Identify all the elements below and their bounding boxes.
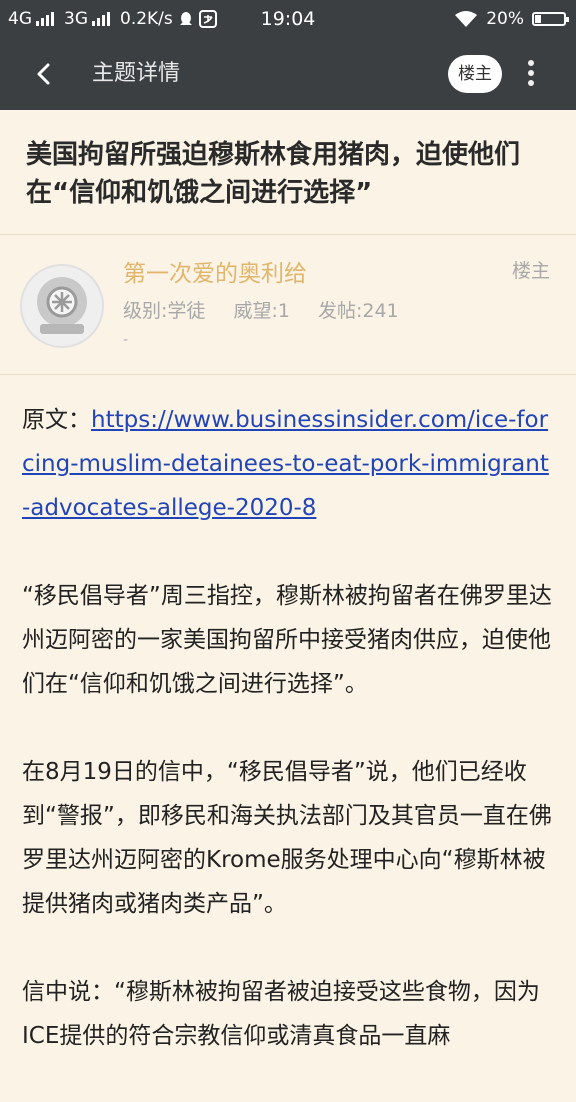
author-signature: - [123, 332, 129, 348]
status-right: 20% [454, 0, 569, 38]
battery-fill [535, 15, 541, 23]
author-stats: 级别:学徒 威望:1 发帖:241 [123, 296, 421, 323]
avatar[interactable] [20, 264, 104, 348]
page-title: 主题详情 [92, 61, 181, 86]
content-paragraph-3: 信中说：“穆斯林被拘留者被迫接受这些食物，因为ICE提供的符合宗教信仰或清真食品… [22, 979, 540, 1049]
author-info: 第一次爱的奥利给 楼主 级别:学徒 威望:1 发帖:241 - [0, 234, 576, 375]
topic-title: 美国拘留所强迫穆斯林食用猪肉，迫使他们在“信仰和饥饿之间进行选择” [26, 140, 521, 208]
content-paragraph-2: 在8月19日的信中，“移民倡导者”说，他们已经收到“警报”，即移民和海关执法部门… [22, 759, 552, 917]
author-prestige: 威望:1 [233, 300, 290, 322]
diving-helmet-icon [37, 277, 87, 334]
battery-percent: 20% [486, 9, 524, 29]
source-label: 原文： [22, 407, 91, 433]
post-content: 原文：https://www.businessinsider.com/ice-f… [22, 398, 552, 1102]
louzhu-filter-button[interactable]: 楼主 [448, 55, 502, 93]
wifi-icon [455, 11, 478, 27]
author-role-badge: 楼主 [511, 260, 550, 282]
back-arrow-icon[interactable] [26, 56, 62, 92]
status-bar: 4G 3G 0.2K/s 19:04 20% [0, 0, 576, 38]
author-level: 级别:学徒 [123, 300, 206, 322]
more-menu-icon[interactable] [521, 56, 541, 92]
author-name[interactable]: 第一次爱的奥利给 [123, 254, 307, 288]
topic-header: 美国拘留所强迫穆斯林食用猪肉，迫使他们在“信仰和饥饿之间进行选择” [0, 110, 576, 235]
nav-bar: 主题详情 楼主 [0, 38, 576, 110]
author-post-count: 发帖:241 [318, 300, 399, 322]
content-paragraph-1: “移民倡导者”周三指控，穆斯林被拘留者在佛罗里达州迈阿密的一家美国拘留所中接受猪… [22, 583, 552, 697]
battery-icon [532, 12, 569, 26]
source-link[interactable]: https://www.businessinsider.com/ice-forc… [22, 407, 549, 521]
source-paragraph: 原文：https://www.businessinsider.com/ice-f… [22, 398, 552, 530]
